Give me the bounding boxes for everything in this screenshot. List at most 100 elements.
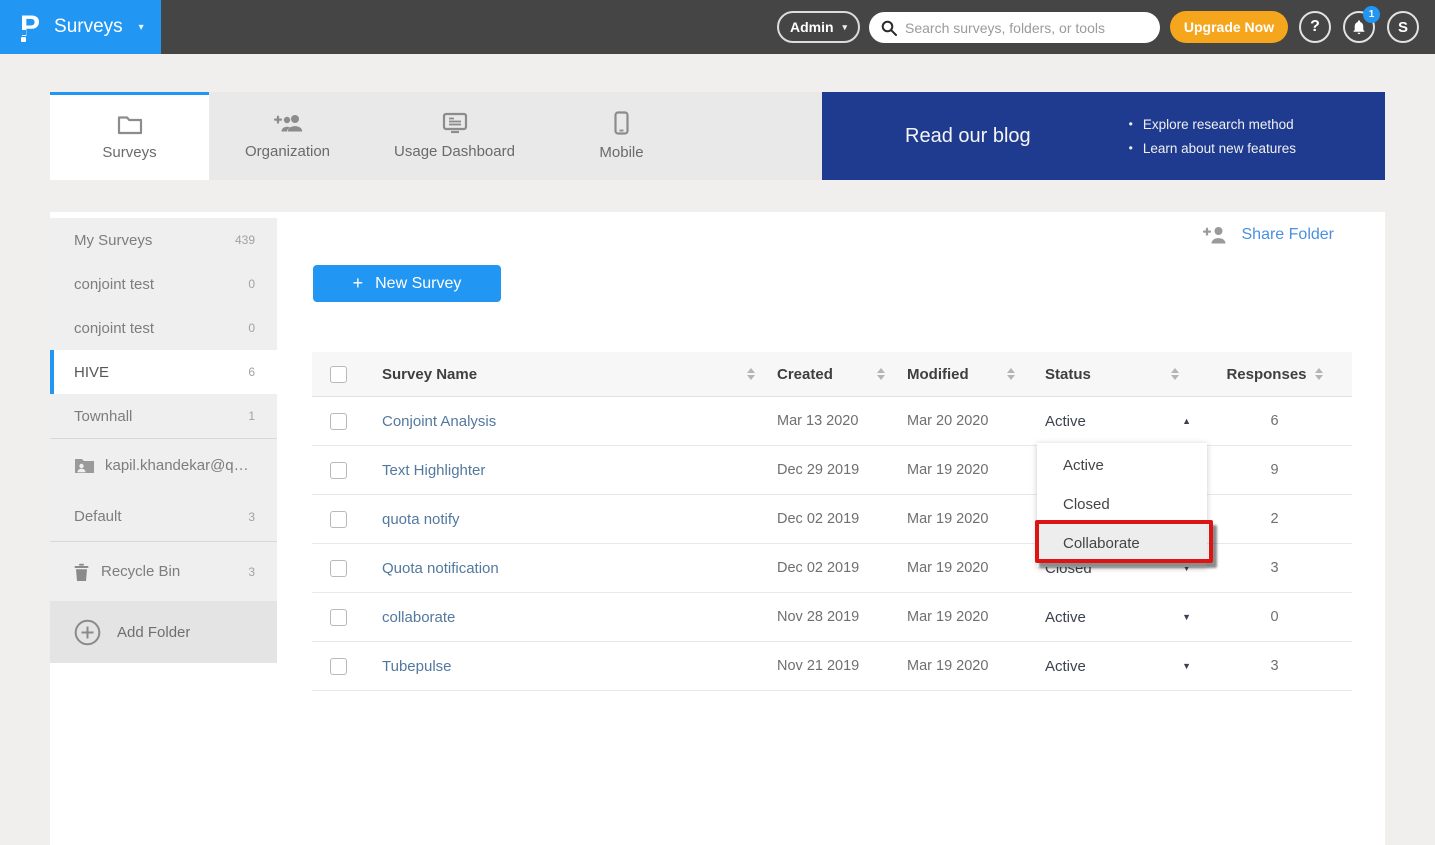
dashboard-icon (442, 112, 468, 134)
header-created[interactable]: Created (767, 366, 897, 383)
tab-label: Surveys (102, 144, 156, 161)
survey-name-link[interactable]: quota notify (382, 511, 460, 528)
status-dropdown-option[interactable]: Active (1037, 446, 1207, 485)
tab-organization[interactable]: Organization (209, 92, 366, 180)
tab-usage-dashboard[interactable]: Usage Dashboard (366, 92, 543, 180)
survey-name-link[interactable]: collaborate (382, 609, 455, 626)
modified-date: Mar 19 2020 (907, 658, 988, 674)
table-row: Conjoint Analysis Mar 13 2020 Mar 20 202… (312, 397, 1352, 446)
column-label: Responses (1226, 366, 1306, 383)
header-status[interactable]: Status (1027, 366, 1207, 383)
row-checkbox[interactable] (330, 609, 347, 626)
status-select[interactable]: Active ▼ (1027, 609, 1207, 626)
row-modified-cell: Mar 19 2020 (897, 658, 1027, 674)
add-circle-icon (74, 619, 101, 646)
questionpro-logo-icon: P (20, 12, 40, 42)
help-button[interactable]: ? (1299, 11, 1331, 43)
column-label: Modified (907, 366, 969, 383)
status-caret-icon[interactable]: ▼ (1182, 661, 1191, 671)
sidebar-item-my-surveys[interactable]: My Surveys 439 (50, 218, 277, 262)
column-label: Created (777, 366, 833, 383)
created-date: Nov 28 2019 (777, 609, 859, 625)
product-menu[interactable]: P Surveys ▾ (0, 0, 161, 54)
status-select[interactable]: Active ▼ (1027, 658, 1207, 675)
search-input[interactable] (905, 20, 1148, 36)
row-created-cell: Dec 02 2019 (767, 511, 897, 527)
blog-banner-title[interactable]: Read our blog (905, 125, 1031, 148)
blog-banner-bullets: • Explore research method • Learn about … (1129, 117, 1296, 156)
created-date: Mar 13 2020 (777, 413, 858, 429)
survey-name-link[interactable]: Text Highlighter (382, 462, 485, 479)
sidebar-item-default[interactable]: Default 3 (50, 492, 277, 541)
tab-label: Mobile (599, 144, 643, 161)
header-responses[interactable]: Responses (1207, 366, 1342, 383)
folder-count: 3 (248, 510, 255, 524)
status-caret-icon[interactable]: ▼ (1182, 612, 1191, 622)
admin-menu[interactable]: Admin ▾ (777, 11, 860, 43)
responses-count: 9 (1270, 462, 1278, 478)
sort-icon[interactable] (1315, 368, 1323, 380)
row-checkbox[interactable] (330, 658, 347, 675)
sort-icon[interactable] (1007, 368, 1015, 380)
folder-count: 439 (235, 233, 255, 247)
survey-name-link[interactable]: Conjoint Analysis (382, 413, 496, 430)
sidebar-item-recycle-bin[interactable]: Recycle Bin 3 (50, 542, 277, 601)
header-survey-name[interactable]: Survey Name (382, 366, 767, 383)
tab-surveys[interactable]: Surveys (50, 92, 209, 180)
sidebar-item-conjoint-test-1[interactable]: conjoint test 0 (50, 262, 277, 306)
column-label: Status (1045, 366, 1091, 383)
share-folder-button[interactable]: Share Folder (1202, 226, 1335, 244)
blog-bullet-text: Explore research method (1143, 117, 1294, 132)
row-modified-cell: Mar 19 2020 (897, 609, 1027, 625)
survey-name-link[interactable]: Quota notification (382, 560, 499, 577)
bullet-icon: • (1129, 117, 1133, 131)
responses-count: 3 (1270, 658, 1278, 674)
responses-count: 2 (1270, 511, 1278, 527)
row-modified-cell: Mar 19 2020 (897, 462, 1027, 478)
status-caret-icon[interactable]: ▲ (1182, 416, 1191, 426)
survey-name-link[interactable]: Tubepulse (382, 658, 452, 675)
trash-icon (74, 563, 89, 581)
add-folder-label: Add Folder (117, 624, 190, 641)
row-checkbox[interactable] (330, 462, 347, 479)
upgrade-now-button[interactable]: Upgrade Now (1170, 11, 1288, 43)
row-responses-cell: 3 (1207, 658, 1342, 674)
responses-count: 3 (1270, 560, 1278, 576)
tab-label: Usage Dashboard (394, 143, 515, 160)
sidebar-item-townhall[interactable]: Townhall 1 (50, 394, 277, 438)
row-name-cell: Quota notification (382, 560, 767, 577)
row-checkbox[interactable] (330, 560, 347, 577)
avatar-letter: S (1398, 19, 1408, 36)
status-dropdown-option[interactable]: Collaborate (1037, 524, 1207, 563)
add-folder-button[interactable]: Add Folder (50, 601, 277, 663)
bell-icon (1351, 19, 1367, 36)
notification-badge: 1 (1363, 6, 1380, 23)
table-row: Tubepulse Nov 21 2019 Mar 19 2020 Active… (312, 642, 1352, 691)
phone-icon (614, 111, 629, 135)
row-name-cell: quota notify (382, 511, 767, 528)
row-checkbox[interactable] (330, 511, 347, 528)
sidebar-item-hive[interactable]: HIVE 6 (50, 350, 277, 394)
status-dropdown-option[interactable]: Closed (1037, 485, 1207, 524)
folder-label: conjoint test (74, 320, 240, 337)
sort-icon[interactable] (877, 368, 885, 380)
created-date: Dec 29 2019 (777, 462, 859, 478)
sort-icon[interactable] (1171, 368, 1179, 380)
status-value: Active (1045, 658, 1086, 675)
folder-sidebar: My Surveys 439 conjoint test 0 conjoint … (50, 218, 277, 663)
notifications-button[interactable]: 1 (1343, 11, 1375, 43)
row-checkbox[interactable] (330, 413, 347, 430)
people-add-icon (273, 113, 303, 134)
row-select-cell (312, 609, 382, 626)
tab-mobile[interactable]: Mobile (543, 92, 700, 180)
select-all-checkbox[interactable] (330, 366, 347, 383)
sidebar-item-conjoint-test-2[interactable]: conjoint test 0 (50, 306, 277, 350)
row-created-cell: Nov 21 2019 (767, 658, 897, 674)
header-modified[interactable]: Modified (897, 366, 1027, 383)
avatar[interactable]: S (1387, 11, 1419, 43)
sidebar-item-shared-account[interactable]: kapil.khandekar@que… (50, 439, 277, 492)
responses-count: 6 (1270, 413, 1278, 429)
status-select[interactable]: Active ▲ (1027, 413, 1207, 430)
sort-icon[interactable] (747, 368, 755, 380)
new-survey-button[interactable]: + New Survey (313, 265, 501, 302)
